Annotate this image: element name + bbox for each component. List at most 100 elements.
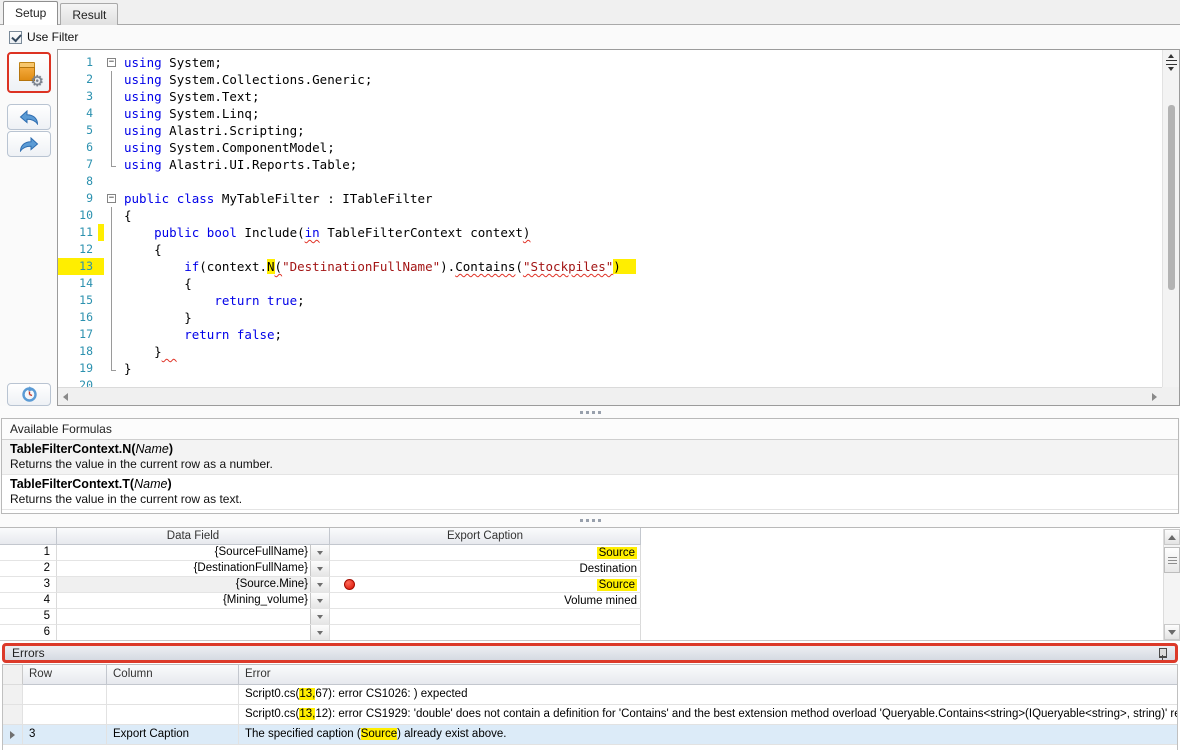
script-settings-button[interactable]: ⚙ [7,52,51,93]
error-row-1[interactable]: Script0.cs(13,67): error CS1026: ) expec… [3,685,1177,705]
code-line-12[interactable]: 12 { [58,241,1162,258]
code-line-3[interactable]: 3using System.Text; [58,88,1162,105]
code-line-6[interactable]: 6using System.ComponentModel; [58,139,1162,156]
undo-button[interactable] [7,104,51,130]
formula-item[interactable]: TableFilterContext.N(Name)Returns the va… [2,440,1178,475]
code-editor[interactable]: 1−using System;2using System.Collections… [57,49,1180,406]
use-filter-label: Use Filter [27,30,78,44]
field-grid-row-4[interactable]: 4{Mining_volume} Volume mined [0,593,1180,609]
error-row-2[interactable]: Script0.cs(13,12): error CS1929: 'double… [3,705,1177,725]
redo-button[interactable] [7,131,51,157]
column-header-error[interactable]: Error [239,665,1177,685]
field-grid-row-1[interactable]: 1{SourceFullName}Source [0,545,1180,561]
field-grid-row-6[interactable]: 6 [0,625,1180,640]
row-number[interactable]: 3 [0,577,57,593]
scroll-right-arrow-icon[interactable] [1152,393,1157,401]
data-field-cell[interactable]: {SourceFullName} [57,545,330,561]
fold-margin [104,326,119,343]
code-line-5[interactable]: 5using Alastri.Scripting; [58,122,1162,139]
data-field-cell[interactable]: {Mining_volume} [57,593,330,609]
tab-result[interactable]: Result [60,3,118,25]
field-grid-row-3[interactable]: 3{Source.Mine}Source [0,577,1180,593]
export-caption-cell[interactable]: Source [330,577,641,593]
error-column-cell [107,685,239,705]
history-button[interactable] [7,383,51,406]
code-line-4[interactable]: 4using System.Linq; [58,105,1162,122]
code-line-1[interactable]: 1−using System; [58,54,1162,71]
code-line-16[interactable]: 16 } [58,309,1162,326]
code-line-20[interactable]: 20 [58,377,1162,387]
error-row-3[interactable]: 3Export CaptionThe specified caption (So… [3,725,1177,745]
grid-scroll-down-icon[interactable] [1164,624,1180,640]
editor-horizontal-scrollbar[interactable] [58,387,1162,405]
code-line-14[interactable]: 14 { [58,275,1162,292]
scroll-left-arrow-icon[interactable] [63,393,68,401]
code-line-10[interactable]: 10{ [58,207,1162,224]
tab-setup[interactable]: Setup [3,1,58,25]
code-line-15[interactable]: 15 return true; [58,292,1162,309]
export-caption-cell[interactable]: Source [330,545,641,561]
data-field-cell[interactable] [57,609,330,625]
error-column-cell: Export Caption [107,725,239,745]
row-number[interactable]: 2 [0,561,57,577]
field-grid-row-5[interactable]: 5 [0,609,1180,625]
field-dropdown-button[interactable] [310,625,329,640]
data-field-cell[interactable]: {DestinationFullName} [57,561,330,577]
row-number[interactable]: 4 [0,593,57,609]
splitter-formulas-grid[interactable] [0,514,1180,527]
export-caption-value: Volume mined [564,595,637,607]
code-line-19[interactable]: 19} [58,360,1162,377]
errors-panel-title: Errors [12,646,45,660]
data-field-cell[interactable] [57,625,330,640]
field-dropdown-button[interactable] [310,593,329,608]
code-line-18[interactable]: 18 } [58,343,1162,360]
code-line-8[interactable]: 8 [58,173,1162,190]
fold-margin [104,88,119,105]
errors-indicator-header [3,665,23,685]
code-line-13[interactable]: 13 if(context.N("DestinationFullName").C… [58,258,1162,275]
row-indicator-cell [3,705,23,725]
pin-icon[interactable] [1156,647,1168,660]
code-line-9[interactable]: 9−public class MyTableFilter : ITableFil… [58,190,1162,207]
data-field-cell[interactable]: {Source.Mine} [57,577,330,593]
chevron-down-icon [317,631,323,635]
export-caption-cell[interactable]: Destination [330,561,641,577]
formula-item[interactable]: TableFilterContext.T(Name)Returns the va… [2,475,1178,510]
row-number[interactable]: 1 [0,545,57,561]
field-dropdown-button[interactable] [310,577,329,592]
data-field-value: {DestinationFullName} [57,561,310,576]
code-line-11[interactable]: 11 public bool Include(in TableFilterCon… [58,224,1162,241]
splitter-editor-formulas[interactable] [0,406,1180,418]
code-line-17[interactable]: 17 return false; [58,326,1162,343]
errors-panel-header[interactable]: Errors [2,643,1178,663]
fold-margin [104,258,119,275]
row-number[interactable]: 5 [0,609,57,625]
grid-vertical-scrollbar[interactable] [1163,529,1180,640]
code-line-2[interactable]: 2using System.Collections.Generic; [58,71,1162,88]
column-header-data-field[interactable]: Data Field [57,528,330,545]
column-header-column[interactable]: Column [107,665,239,685]
column-header-rownum[interactable] [0,528,57,545]
error-message-cell: Script0.cs(13,67): error CS1026: ) expec… [239,685,1177,705]
field-dropdown-button[interactable] [310,561,329,576]
export-caption-cell[interactable] [330,625,641,640]
grid-vscroll-thumb[interactable] [1164,547,1180,573]
fold-collapse-icon[interactable]: − [104,190,119,207]
scroll-corner [1162,387,1179,405]
column-header-export-caption[interactable]: Export Caption [330,528,641,545]
field-grid-row-2[interactable]: 2{DestinationFullName} Destination [0,561,1180,577]
use-filter-checkbox[interactable] [9,31,22,44]
column-header-row[interactable]: Row [23,665,107,685]
field-dropdown-button[interactable] [310,545,329,560]
grid-scroll-up-icon[interactable] [1164,529,1180,545]
row-number[interactable]: 6 [0,625,57,640]
code-line-7[interactable]: 7using Alastri.UI.Reports.Table; [58,156,1162,173]
editor-vscroll-thumb[interactable] [1168,105,1175,290]
export-caption-cell[interactable]: Volume mined [330,593,641,609]
editor-vertical-scrollbar[interactable] [1162,50,1179,387]
editor-split-handle-icon[interactable] [1163,50,1179,72]
export-caption-cell[interactable] [330,609,641,625]
fold-collapse-icon[interactable]: − [104,54,119,71]
field-dropdown-button[interactable] [310,609,329,624]
package-gear-icon: ⚙ [16,60,42,86]
